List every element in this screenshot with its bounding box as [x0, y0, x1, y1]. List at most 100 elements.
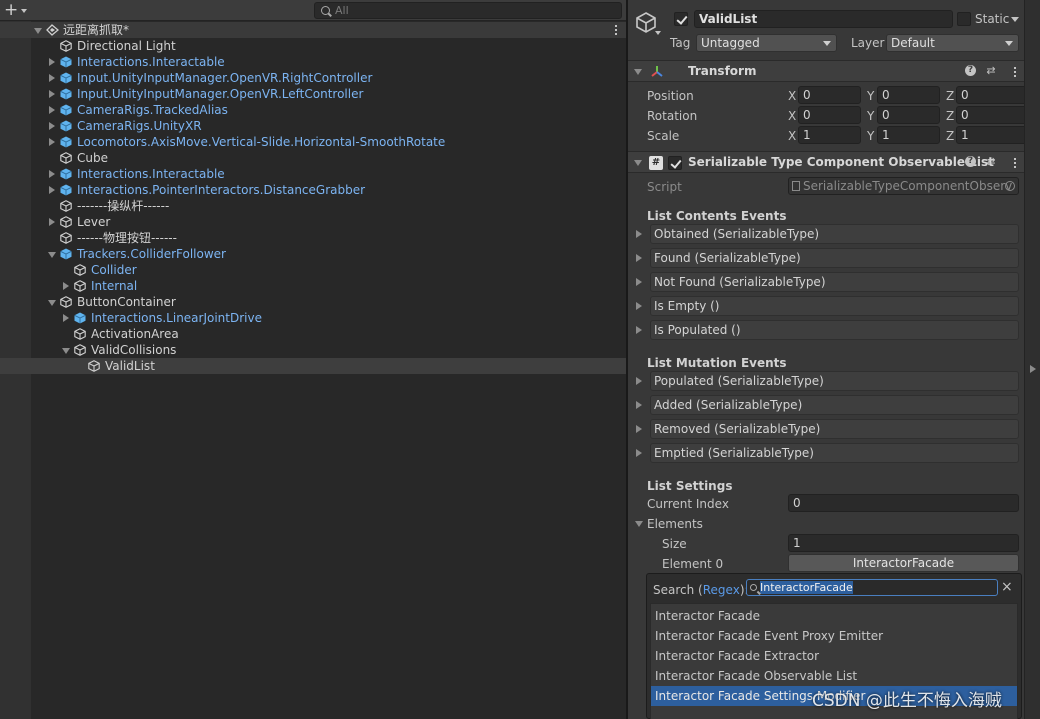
unity-event-row[interactable]: Not Found (SerializableType) [650, 272, 1019, 292]
add-object-button[interactable]: + [4, 1, 32, 20]
hierarchy-item[interactable]: Collider [0, 262, 626, 278]
component-header[interactable]: # Serializable Type Component Observable… [628, 151, 1024, 173]
unity-event-row[interactable]: Added (SerializableType) [650, 395, 1019, 415]
foldout-icon[interactable] [49, 218, 55, 226]
chevron-down-icon[interactable] [1011, 17, 1019, 22]
foldout-icon[interactable] [634, 69, 642, 75]
hierarchy-search-input[interactable]: All [314, 2, 622, 19]
close-icon[interactable]: × [1001, 579, 1013, 595]
foldout-icon[interactable] [49, 106, 55, 114]
type-result-item[interactable]: Interactor Facade Extractor [651, 646, 1017, 666]
transform-y-field[interactable]: 0 [877, 106, 940, 124]
hierarchy-item[interactable]: Input.UnityInputManager.OpenVR.LeftContr… [0, 86, 626, 102]
foldout-icon[interactable] [49, 58, 55, 66]
unity-event-row[interactable]: Is Populated () [650, 320, 1019, 340]
transform-z-field[interactable]: 0 [956, 106, 1028, 124]
transform-header[interactable]: Transform ? ⇄ [628, 60, 1024, 82]
axis-x-label[interactable]: X [788, 109, 796, 123]
static-label[interactable]: Static [975, 12, 1009, 26]
transform-y-field[interactable]: 0 [877, 86, 940, 104]
type-result-item[interactable]: Interactor Facade [651, 606, 1017, 626]
type-result-item[interactable]: Interactor Facade Observable List [651, 666, 1017, 686]
foldout-icon[interactable] [49, 186, 55, 194]
transform-x-field[interactable]: 1 [798, 126, 861, 144]
hierarchy-item[interactable]: Cube [0, 150, 626, 166]
foldout-icon[interactable] [49, 122, 55, 130]
axis-z-label[interactable]: Z [946, 129, 954, 143]
foldout-icon[interactable] [63, 314, 69, 322]
hierarchy-item[interactable]: Lever [0, 214, 626, 230]
foldout-icon[interactable] [636, 425, 642, 433]
foldout-icon[interactable] [49, 170, 55, 178]
help-icon[interactable]: ? [965, 156, 976, 167]
foldout-icon[interactable] [48, 252, 56, 258]
axis-x-label[interactable]: X [788, 129, 796, 143]
foldout-icon[interactable] [49, 90, 55, 98]
hierarchy-item[interactable]: Trackers.ColliderFollower [0, 246, 626, 262]
foldout-icon[interactable] [63, 282, 69, 290]
unity-event-row[interactable]: Removed (SerializableType) [650, 419, 1019, 439]
foldout-icon[interactable] [636, 254, 642, 262]
foldout-icon[interactable] [636, 278, 642, 286]
foldout-icon[interactable] [634, 160, 642, 166]
type-result-item[interactable]: Interactor Facade Event Proxy Emitter [651, 626, 1017, 646]
hierarchy-item[interactable]: ValidList [0, 358, 626, 374]
axis-y-label[interactable]: Y [867, 89, 874, 103]
foldout-icon[interactable] [636, 449, 642, 457]
hierarchy-item[interactable]: Input.UnityInputManager.OpenVR.RightCont… [0, 70, 626, 86]
foldout-icon[interactable] [34, 28, 42, 34]
chevron-right-icon[interactable] [1030, 365, 1036, 373]
foldout-icon[interactable] [636, 302, 642, 310]
transform-z-field[interactable]: 1 [956, 126, 1028, 144]
elements-label[interactable]: Elements [647, 517, 703, 531]
hierarchy-item[interactable]: Interactions.LinearJointDrive [0, 310, 626, 326]
help-icon[interactable]: ? [965, 65, 976, 76]
chevron-down-icon[interactable] [655, 31, 661, 35]
foldout-icon[interactable] [636, 401, 642, 409]
foldout-icon[interactable] [62, 348, 70, 354]
hierarchy-item[interactable]: Interactions.PointerInteractors.Distance… [0, 182, 626, 198]
axis-z-label[interactable]: Z [946, 109, 954, 123]
more-icon[interactable] [615, 25, 618, 36]
preset-icon[interactable]: ⇄ [985, 65, 997, 77]
type-search-input[interactable]: InteractorFacade [746, 579, 998, 596]
script-field[interactable]: SerializableTypeComponentObserv [788, 177, 1019, 195]
hierarchy-item[interactable]: Internal [0, 278, 626, 294]
axis-z-label[interactable]: Z [946, 89, 954, 103]
axis-y-label[interactable]: Y [867, 109, 874, 123]
more-icon[interactable] [1014, 158, 1017, 169]
current-index-field[interactable]: 0 [788, 494, 1019, 512]
tag-dropdown[interactable]: Untagged [696, 34, 837, 52]
unity-event-row[interactable]: Found (SerializableType) [650, 248, 1019, 268]
hierarchy-item[interactable]: Locomotors.AxisMove.Vertical-Slide.Horiz… [0, 134, 626, 150]
axis-x-label[interactable]: X [788, 89, 796, 103]
elements-foldout-icon[interactable] [635, 521, 643, 527]
transform-y-field[interactable]: 1 [877, 126, 940, 144]
hierarchy-item[interactable]: ButtonContainer [0, 294, 626, 310]
preset-icon[interactable]: ⇄ [985, 156, 997, 168]
size-field[interactable]: 1 [788, 534, 1019, 552]
static-checkbox[interactable] [957, 12, 971, 26]
hierarchy-item[interactable]: -------操纵杆------ [0, 198, 626, 214]
unity-event-row[interactable]: Obtained (SerializableType) [650, 224, 1019, 244]
hierarchy-item[interactable]: ValidCollisions [0, 342, 626, 358]
unity-event-row[interactable]: Emptied (SerializableType) [650, 443, 1019, 463]
hierarchy-item[interactable]: ------物理按钮------ [0, 230, 626, 246]
hierarchy-item[interactable]: Interactions.Interactable [0, 54, 626, 70]
foldout-icon[interactable] [49, 138, 55, 146]
regex-link[interactable]: Regex [703, 583, 740, 597]
foldout-icon[interactable] [49, 74, 55, 82]
transform-x-field[interactable]: 0 [798, 86, 861, 104]
component-enabled-checkbox[interactable] [668, 156, 682, 170]
foldout-icon[interactable] [636, 377, 642, 385]
foldout-icon[interactable] [636, 326, 642, 334]
layer-dropdown[interactable]: Default [886, 34, 1019, 52]
axis-y-label[interactable]: Y [867, 129, 874, 143]
hierarchy-item[interactable]: CameraRigs.TrackedAlias [0, 102, 626, 118]
transform-x-field[interactable]: 0 [798, 106, 861, 124]
unity-event-row[interactable]: Is Empty () [650, 296, 1019, 316]
hierarchy-item[interactable]: Directional Light [0, 38, 626, 54]
active-checkbox[interactable] [674, 12, 688, 26]
hierarchy-item[interactable]: Interactions.Interactable [0, 166, 626, 182]
transform-z-field[interactable]: 0 [956, 86, 1028, 104]
